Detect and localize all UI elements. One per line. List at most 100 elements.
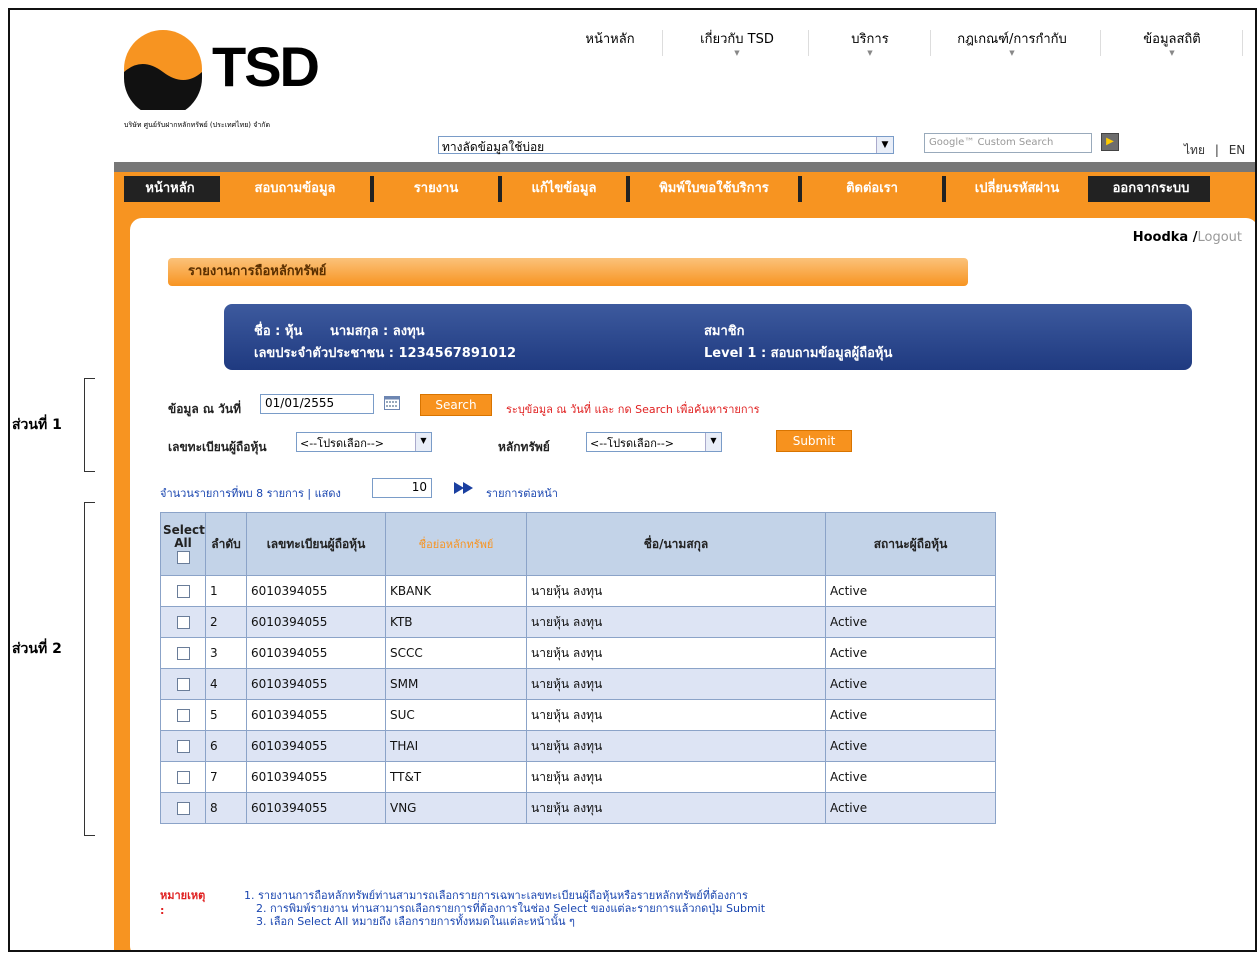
row-holder-name: นายหุ้น ลงทุน [526,761,826,793]
lang-th[interactable]: ไทย [1184,143,1205,157]
row-checkbox[interactable] [176,585,190,598]
google-search-input[interactable]: Google™ Custom Search [924,133,1092,153]
row-holder-id: 6010394055 [246,637,386,669]
row-holder-id: 6010394055 [246,699,386,731]
member-info-box: ชื่อ : หุ้น นามสกุล : ลงทุน เลขประจำตัวป… [224,304,1192,370]
date-input[interactable]: 01/01/2555 [260,394,374,414]
section-title: รายงานการถือหลักทรัพย์ [168,258,968,286]
row-status: Active [825,699,996,731]
divider [1242,30,1243,56]
username: Hoodka [1132,230,1189,245]
tab-contact[interactable]: ติดต่อเรา [802,176,942,202]
row-security: KBANK [385,575,527,607]
topnav-services[interactable]: บริการ ▼ [830,28,910,57]
security-select[interactable]: <--โปรดเลือก--> ▼ [586,432,722,452]
row-checkbox[interactable] [176,647,190,660]
table-row: 2 6010394055 KTB นายหุ้น ลงทุน Active [160,606,996,638]
top-navigation: หน้าหลัก เกี่ยวกับ TSD ▼ บริการ ▼ กฎเกณฑ์/… [114,28,1255,58]
table-row: 7 6010394055 TT&T นายหุ้น ลงทุน Active [160,761,996,793]
row-number: 2 [205,606,247,638]
part2-label: ส่วนที่ 2 [12,641,62,657]
user-box: Hoodka /Logout [1132,230,1242,245]
security-label: หลักทรัพย์ [498,440,550,454]
part1-bracket [84,378,95,472]
row-status: Active [825,575,996,607]
lang-en[interactable]: EN [1229,143,1246,157]
divider [1100,30,1101,56]
tab-inquiry[interactable]: สอบถามข้อมูล [220,176,370,202]
part1-label: ส่วนที่ 1 [12,417,62,433]
row-checkbox[interactable] [176,802,190,815]
row-checkbox[interactable] [176,678,190,691]
result-count: จำนวนรายการที่พบ 8 รายการ | แสดง [160,487,341,500]
row-holder-id: 6010394055 [246,730,386,762]
search-go-button[interactable]: ▶ [1101,133,1119,151]
row-number: 7 [205,761,247,793]
row-checkbox[interactable] [176,616,190,629]
row-select-cell [160,637,206,669]
search-hint: ระบุข้อมูล ณ วันที่ และ กด Search เพื่อค… [506,403,760,416]
topnav-statistics[interactable]: ข้อมูลสถิติ ▼ [1122,28,1222,57]
row-select-cell [160,792,206,824]
table-row: 6 6010394055 THAI นายหุ้น ลงทุน Active [160,730,996,762]
citizen-id: เลขประจำตัวประชาชน : 1234567891012 [254,346,517,361]
language-switch: ไทย | EN [1184,143,1246,157]
topnav-about[interactable]: เกี่ยวกับ TSD ▼ [682,28,792,57]
row-checkbox[interactable] [176,709,190,722]
holder-select[interactable]: <--โปรดเลือก--> ▼ [296,432,432,452]
row-number: 6 [205,730,247,762]
row-status: Active [825,792,996,824]
row-select-cell [160,668,206,700]
row-security: TT&T [385,761,527,793]
tab-edit[interactable]: แก้ไขข้อมูล [502,176,626,202]
row-holder-name: นายหุ้น ลงทุน [526,668,826,700]
col-header-holder-id: เลขทะเบียนผู้ถือหุ้น [246,512,386,576]
row-checkbox[interactable] [176,771,190,784]
logout-link[interactable]: Logout [1197,230,1242,245]
select-all-checkbox[interactable] [176,551,190,564]
table-row: 4 6010394055 SMM นายหุ้น ลงทุน Active [160,668,996,700]
chevron-down-icon: ▼ [867,49,873,57]
divider [930,30,931,56]
shortcut-select[interactable]: ทางลัดข้อมูลใช้บ่อย ▼ [438,136,894,154]
row-status: Active [825,730,996,762]
tab-home[interactable]: หน้าหลัก [124,176,216,202]
tab-print-form[interactable]: พิมพ์ใบขอใช้บริการ [630,176,798,202]
row-select-cell [160,606,206,638]
access-level: Level 1 : สอบถามข้อมูลผู้ถือหุ้น [704,346,893,361]
member-type: สมาชิก [704,324,745,339]
last-name: นามสกุล : ลงทุน [330,324,425,339]
col-header-status: สถานะผู้ถือหุ้น [825,512,996,576]
fast-forward-icon[interactable] [454,482,474,494]
holder-label: เลขทะเบียนผู้ถือหุ้น [168,440,267,454]
row-status: Active [825,761,996,793]
chevron-down-icon: ▼ [1009,49,1015,57]
row-holder-id: 6010394055 [246,606,386,638]
logo-subtitle: บริษัท ศูนย์รับฝากหลักทรัพย์ (ประเทศไทย)… [124,121,271,129]
topnav-rules[interactable]: กฎเกณฑ์/การกำกับ ▼ [946,28,1078,57]
tab-logout[interactable]: ออกจากระบบ [1092,176,1210,202]
topnav-home[interactable]: หน้าหลัก [570,28,650,49]
chevron-down-icon: ▼ [734,49,740,57]
row-holder-id: 6010394055 [246,575,386,607]
row-security: VNG [385,792,527,824]
calendar-icon[interactable] [384,396,400,410]
tab-change-password[interactable]: เปลี่ยนรหัสผ่าน [946,176,1088,202]
part2-bracket [84,502,95,836]
per-page-input[interactable]: 10 [372,478,432,498]
tab-report[interactable]: รายงาน [374,176,498,202]
divider [808,30,809,56]
row-holder-name: นายหุ้น ลงทุน [526,730,826,762]
col-header-security[interactable]: ชื่อย่อหลักทรัพย์ [385,512,527,576]
content-area: Hoodka /Logout รายงานการถือหลักทรัพย์ ชื… [130,218,1255,950]
row-holder-id: 6010394055 [246,668,386,700]
table-row: 1 6010394055 KBANK นายหุ้น ลงทุน Active [160,575,996,607]
row-holder-id: 6010394055 [246,792,386,824]
row-number: 1 [205,575,247,607]
search-button[interactable]: Search [420,394,492,416]
chevron-down-icon: ▼ [876,137,893,153]
row-checkbox[interactable] [176,740,190,753]
row-select-cell [160,699,206,731]
row-security: SMM [385,668,527,700]
submit-button[interactable]: Submit [776,430,852,452]
